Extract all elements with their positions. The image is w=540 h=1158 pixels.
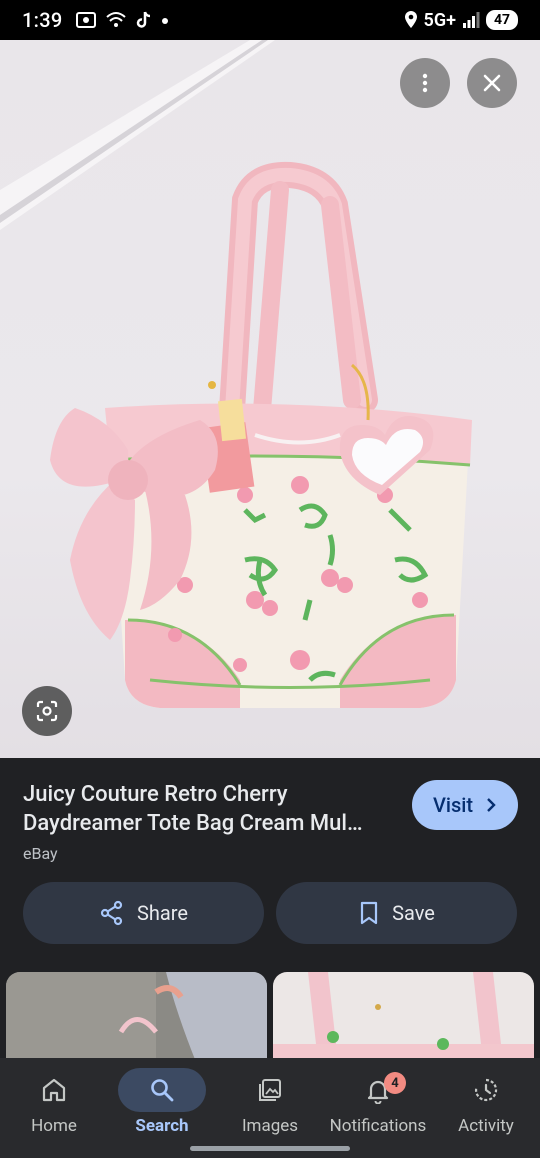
location-icon: [404, 11, 417, 28]
save-button[interactable]: Save: [276, 882, 517, 944]
visit-label: Visit: [432, 793, 474, 817]
share-label: Share: [137, 901, 188, 925]
dot-icon: [161, 18, 168, 24]
activity-icon: [474, 1078, 498, 1102]
related-image-2[interactable]: [273, 972, 534, 1062]
related-image-1[interactable]: [6, 972, 267, 1062]
bookmark-icon: [361, 901, 378, 925]
battery-indicator: 47: [486, 10, 518, 30]
nav-label-notifications: Notifications: [329, 1116, 427, 1136]
nav-label-activity: Activity: [458, 1116, 514, 1136]
nav-label-images: Images: [241, 1116, 299, 1136]
chevron-right-icon: [487, 798, 496, 812]
nav-label-home: Home: [31, 1116, 77, 1136]
product-image[interactable]: [0, 40, 540, 758]
network-type: 5G+: [423, 9, 456, 31]
notification-badge: 4: [384, 1072, 406, 1094]
home-icon: [42, 1078, 66, 1102]
status-bar: 1:39 5G+ 47: [0, 0, 540, 40]
tiktok-icon: [136, 11, 150, 28]
result-title[interactable]: Juicy Couture Retro Cherry Daydreamer To…: [23, 780, 398, 838]
status-time: 1:39: [22, 8, 63, 32]
result-title-line-1: Juicy Couture Retro Cherry: [23, 782, 288, 807]
result-info-panel: Juicy Couture Retro Cherry Daydreamer To…: [0, 758, 540, 1062]
lens-search-button[interactable]: [22, 686, 72, 736]
save-label: Save: [392, 901, 435, 925]
close-button[interactable]: [467, 58, 517, 108]
result-source: eBay: [23, 844, 58, 863]
visit-button[interactable]: Visit: [412, 780, 518, 830]
nav-search[interactable]: Search: [108, 1058, 216, 1158]
related-thumbnail-2: [273, 972, 534, 1062]
more-options-button[interactable]: [400, 58, 450, 108]
nav-home[interactable]: Home: [0, 1058, 108, 1158]
share-button[interactable]: Share: [23, 882, 264, 944]
bottom-navigation: Home Search Images 4 Notifications Activ…: [0, 1058, 540, 1158]
more-vert-icon: [422, 73, 428, 93]
images-icon: [259, 1079, 281, 1101]
nav-label-search: Search: [135, 1116, 189, 1136]
google-lens-icon: [36, 700, 58, 722]
close-icon: [483, 74, 501, 92]
nav-images[interactable]: Images: [216, 1058, 324, 1158]
gesture-bar[interactable]: [190, 1146, 350, 1151]
search-icon: [151, 1079, 174, 1102]
wifi-icon: [105, 12, 126, 27]
signal-icon: [463, 12, 480, 28]
nav-notifications[interactable]: 4 Notifications: [324, 1058, 432, 1158]
tote-bag-photo: [0, 40, 472, 708]
image-result-page: 1:39 5G+ 47 Juicy Couture Retro Cherry D…: [0, 0, 540, 1158]
screenshot-icon: [75, 12, 96, 28]
share-icon: [100, 900, 123, 926]
related-thumbnail-1: [6, 972, 267, 1062]
nav-activity[interactable]: Activity: [432, 1058, 540, 1158]
result-title-line-2: Daydreamer Tote Bag Cream Mul…: [23, 811, 363, 836]
